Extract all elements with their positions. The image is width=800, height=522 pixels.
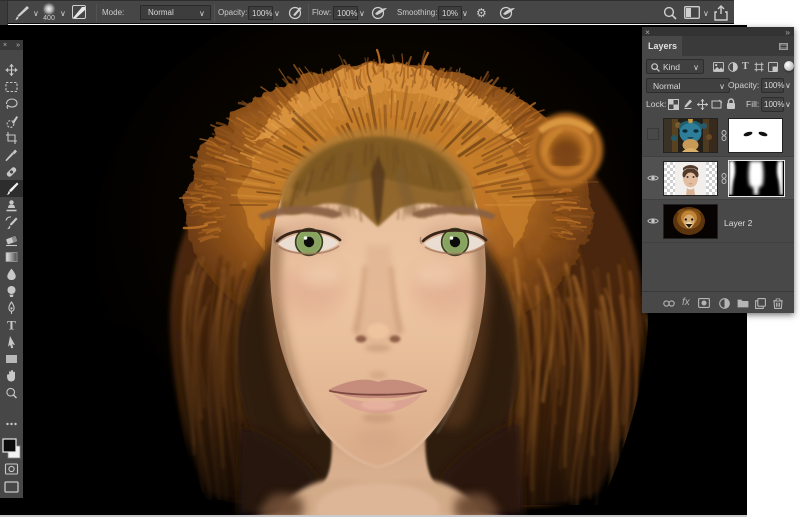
svg-text:T: T	[7, 318, 16, 333]
